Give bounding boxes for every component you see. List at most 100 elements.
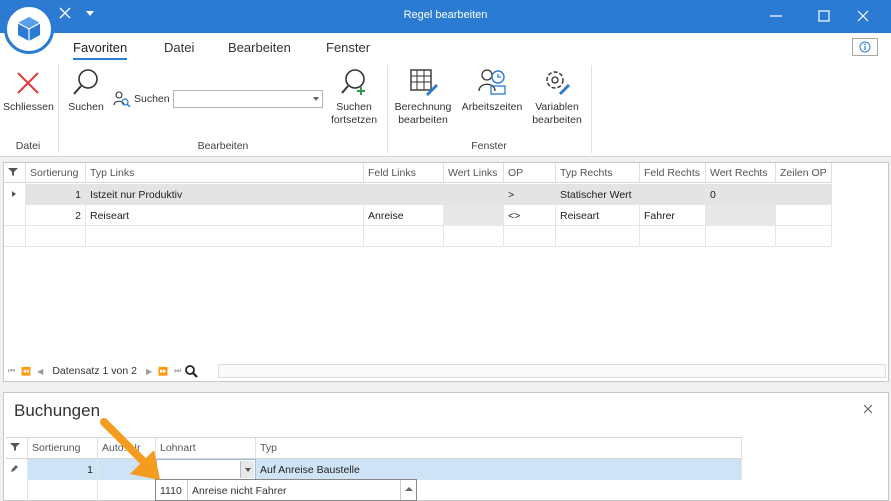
nav-next-page-icon[interactable]: ⏩ [158, 367, 168, 376]
table-row[interactable]: 1 Istzeit nur Produktiv > Statischer Wer… [4, 184, 832, 205]
cell-typ[interactable]: Auf Anreise Baustelle [256, 459, 742, 480]
row-arrow-icon [12, 191, 16, 197]
worktime-icon [478, 69, 506, 95]
cell-empty[interactable] [364, 226, 444, 247]
tab-datei[interactable]: Datei [164, 40, 194, 55]
nav-first-icon[interactable]: ⏮ [8, 366, 15, 376]
cell-feld-rechts[interactable] [640, 184, 706, 205]
nav-last-icon[interactable]: ⏭ [174, 366, 181, 376]
nav-prev-icon[interactable]: ◀ [37, 367, 43, 376]
maximize-icon[interactable] [816, 8, 832, 24]
cell-empty[interactable] [26, 226, 86, 247]
col-sortierung[interactable]: Sortierung [28, 438, 98, 458]
table-row-new[interactable] [4, 226, 832, 247]
group-label-bearbeiten: Bearbeiten [197, 140, 249, 152]
cell-op[interactable]: <> [504, 205, 556, 226]
tab-fenster[interactable]: Fenster [326, 40, 370, 55]
variablen-label-1: Variablen [535, 101, 579, 113]
cell-empty[interactable] [86, 226, 364, 247]
cell-sortierung[interactable]: 1 [26, 184, 86, 205]
cell-typ-rechts[interactable]: Statischer Wert [556, 184, 640, 205]
dropdown-label[interactable]: Anreise nicht Fahrer [188, 480, 400, 500]
tab-favoriten[interactable]: Favoriten [73, 40, 128, 60]
cell-zeilen-op[interactable] [776, 184, 832, 205]
suchen-inline-label: Suchen [134, 93, 170, 105]
group-label-datei: Datei [15, 140, 41, 152]
info-icon [859, 41, 871, 53]
search-icon[interactable] [184, 364, 199, 378]
berechnung-bearbeiten-button[interactable]: Berechnung bearbeiten [393, 67, 453, 127]
cell-feld-links[interactable] [364, 184, 444, 205]
app-logo[interactable] [4, 4, 54, 54]
window-close-icon[interactable] [855, 8, 871, 24]
minimize-icon[interactable] [768, 8, 784, 24]
nav-next-icon[interactable]: ▶ [146, 367, 152, 376]
berechnung-label-2: bearbeiten [398, 114, 448, 126]
cell-empty[interactable] [706, 226, 776, 247]
row-indicator [6, 480, 28, 501]
cell-feld-rechts[interactable]: Fahrer [640, 205, 706, 226]
cell-typ-rechts[interactable]: Reiseart [556, 205, 640, 226]
cell-empty[interactable] [28, 480, 98, 501]
schliessen-label: Schliessen [3, 101, 54, 113]
col-lohnart[interactable]: Lohnart [156, 438, 256, 458]
pencil-icon [11, 465, 18, 472]
cell-empty[interactable] [640, 226, 706, 247]
col-typ-links[interactable]: Typ Links [86, 163, 364, 183]
window-title: Regel bearbeiten [403, 9, 488, 21]
chevron-down-icon[interactable] [312, 97, 319, 101]
cell-empty[interactable] [504, 226, 556, 247]
cell-feld-links[interactable]: Anreise [364, 205, 444, 226]
filter-cell[interactable] [6, 438, 28, 458]
schliessen-button[interactable]: Schliessen [3, 69, 54, 114]
table-row[interactable]: 2 Reiseart Anreise <> Reiseart Fahrer [4, 205, 832, 226]
suchen-button[interactable]: Suchen [64, 67, 108, 114]
search-combo[interactable] [172, 90, 323, 108]
col-typ-rechts[interactable]: Typ Rechts [556, 163, 640, 183]
suchen-fortsetzen-label-1: Suchen [336, 101, 372, 113]
search-person-icon [113, 91, 131, 108]
close-x-icon [17, 72, 39, 94]
nav-prev-page-icon[interactable]: ⏪ [21, 367, 31, 376]
col-op[interactable]: OP [504, 163, 556, 183]
navigator-text: Datensatz 1 von 2 [52, 365, 137, 377]
dropdown-scroll-up[interactable] [400, 480, 416, 500]
cell-wert-links[interactable] [444, 184, 504, 205]
lohnart-combo-editor[interactable] [156, 459, 256, 480]
row-indicator [6, 459, 28, 480]
cell-zeilen-op[interactable] [776, 205, 832, 226]
cell-typ-links[interactable]: Reiseart [86, 205, 364, 226]
col-sortierung[interactable]: Sortierung [26, 163, 86, 183]
suchen-fortsetzen-button[interactable]: Suchen fortsetzen [326, 67, 382, 127]
col-zeilen-op[interactable]: Zeilen OP [776, 163, 832, 183]
col-feld-rechts[interactable]: Feld Rechts [640, 163, 706, 183]
cell-wert-rechts[interactable]: 0 [706, 184, 776, 205]
cell-wert-rechts[interactable] [706, 205, 776, 226]
variablen-bearbeiten-button[interactable]: Variablen bearbeiten [528, 67, 586, 127]
cube-icon [17, 17, 41, 41]
col-feld-links[interactable]: Feld Links [364, 163, 444, 183]
cell-sortierung[interactable]: 2 [26, 205, 86, 226]
chevron-down-icon[interactable] [240, 461, 254, 478]
ribbon-separator [387, 65, 388, 153]
col-typ[interactable]: Typ [256, 438, 742, 458]
search-plus-icon [341, 69, 365, 95]
cell-wert-links[interactable] [444, 205, 504, 226]
ribbon-separator [58, 65, 59, 153]
cell-sortierung[interactable]: 1 [28, 459, 98, 480]
cell-empty[interactable] [776, 226, 832, 247]
cell-typ-links[interactable]: Istzeit nur Produktiv [86, 184, 364, 205]
gear-wrench-icon [546, 71, 571, 96]
info-button[interactable] [852, 38, 878, 56]
horizontal-scrollbar[interactable] [218, 364, 886, 378]
filter-cell[interactable] [4, 163, 26, 183]
cell-empty[interactable] [444, 226, 504, 247]
close-icon[interactable] [862, 403, 874, 415]
cell-empty[interactable] [556, 226, 640, 247]
lohnart-dropdown-list[interactable]: 1110 Anreise nicht Fahrer [155, 479, 417, 501]
cell-op[interactable]: > [504, 184, 556, 205]
col-wert-rechts[interactable]: Wert Rechts [706, 163, 776, 183]
tab-bearbeiten[interactable]: Bearbeiten [228, 40, 291, 55]
col-wert-links[interactable]: Wert Links [444, 163, 504, 183]
arbeitszeiten-button[interactable]: Arbeitszeiten [458, 67, 526, 114]
